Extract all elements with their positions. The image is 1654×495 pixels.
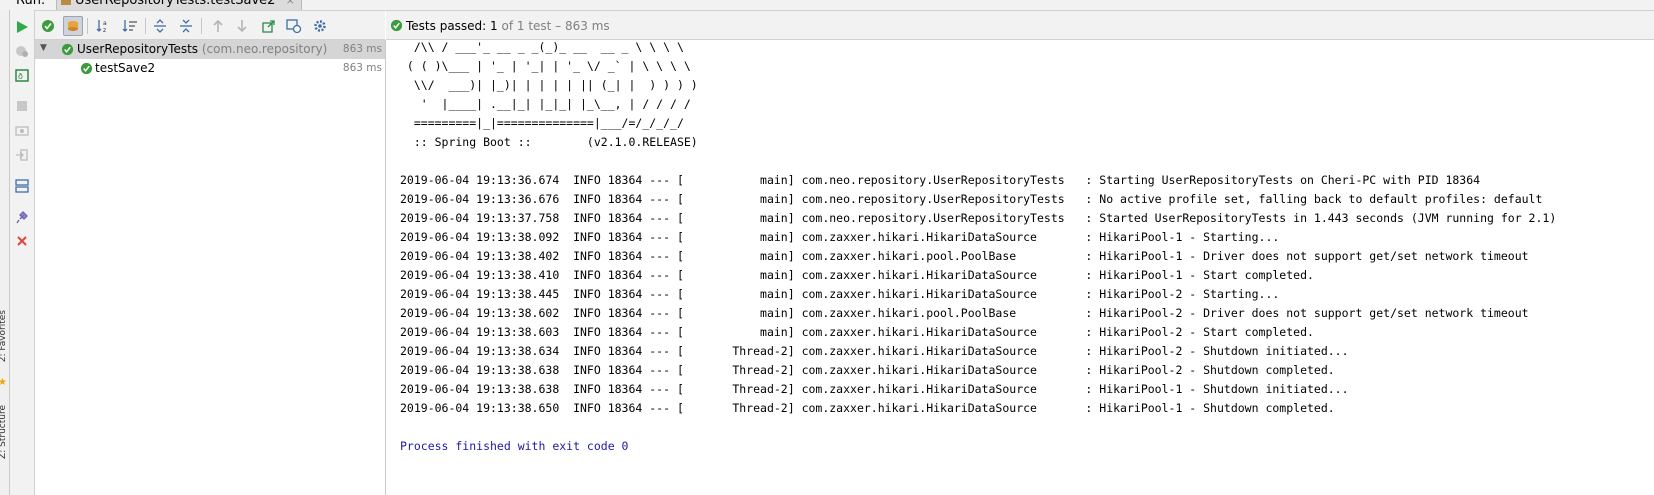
rerun-button[interactable] [14, 19, 30, 35]
run-label: Run: [16, 0, 46, 8]
exit-code-message: Process finished with exit code 0 [400, 439, 629, 453]
status-prefix: Tests passed: [406, 19, 491, 33]
show-ignored-button[interactable] [63, 16, 83, 36]
collapse-all-button[interactable] [177, 17, 195, 35]
pin-icon [16, 211, 28, 224]
structure-tool-button[interactable]: Z: Structure [0, 405, 8, 459]
test-status-bar: Tests passed: 1 of 1 test – 863 ms [386, 11, 1654, 40]
arrow-up-icon [213, 19, 223, 32]
banner-line: \\/ ___)| |_)| | | | | || (_| | ) ) ) ) [400, 78, 698, 92]
svg-text:a: a [103, 20, 107, 27]
test-runner-toolbar: az [35, 11, 385, 40]
svg-text:z: z [103, 27, 106, 33]
toggle-auto-test-button[interactable]: ð [14, 67, 30, 83]
stop-icon [17, 101, 27, 111]
test-name: testSave2 [95, 61, 156, 75]
log-line: 2019-06-04 19:13:36.676 INFO 18364 --- [… [400, 192, 1543, 206]
log-line: 2019-06-04 19:13:38.650 INFO 18364 --- [… [400, 401, 1335, 415]
log-line: 2019-06-04 19:13:36.674 INFO 18364 --- [… [400, 173, 1481, 187]
layout-button[interactable] [14, 178, 30, 194]
import-tests-button[interactable] [285, 17, 303, 35]
collapse-all-icon [180, 19, 192, 33]
sort-duration-icon [122, 20, 137, 32]
banner-line: ( ( )\___ | '_ | '_| | '_ \/ _` | \ \ \ … [400, 59, 691, 73]
log-line: 2019-06-04 19:13:37.758 INFO 18364 --- [… [400, 211, 1557, 225]
sort-alphabetically-button[interactable]: az [95, 17, 113, 35]
log-line: 2019-06-04 19:13:38.634 INFO 18364 --- [… [400, 344, 1349, 358]
test-duration: 863 ms [342, 62, 382, 74]
show-passed-button[interactable] [39, 17, 57, 35]
auto-test-icon: ð [15, 69, 29, 82]
close-run-button[interactable] [14, 233, 30, 249]
console-text: /\\ / ___'_ __ _ _(_)_ __ __ _ \ \ \ \ (… [400, 40, 1556, 456]
suite-duration: 863 ms [342, 43, 382, 55]
chevron-down-icon[interactable]: ▼ [40, 43, 47, 53]
tests-passed-icon [390, 19, 403, 32]
log-line: 2019-06-04 19:13:38.638 INFO 18364 --- [… [400, 382, 1349, 396]
expand-all-button[interactable] [151, 17, 169, 35]
export-icon [262, 20, 275, 33]
status-passed-count: 1 [490, 19, 498, 33]
banner-line: :: Spring Boot :: (v2.1.0.RELEASE) [400, 135, 698, 149]
export-test-results-button[interactable] [260, 17, 278, 35]
log-line: 2019-06-04 19:13:38.410 INFO 18364 --- [… [400, 268, 1314, 282]
run-config-tab[interactable]: UserRepositoryTests.testSave2 × [56, 0, 302, 10]
arrow-down-icon [237, 20, 247, 33]
close-icon [17, 236, 27, 246]
test-passed-icon [61, 43, 74, 56]
test-status-text: Tests passed: 1 of 1 test – 863 ms [406, 19, 610, 33]
database-icon [68, 21, 78, 31]
rerun-failed-icon [16, 46, 28, 57]
run-vertical-toolbar: ð [10, 10, 35, 495]
login-icon [16, 149, 28, 161]
check-circle-icon [42, 20, 54, 32]
banner-line: ' |____| .__|_| |_|_| |_\__, | / / / / [400, 97, 691, 111]
rerun-failed-button[interactable] [14, 43, 30, 59]
gear-icon [314, 20, 326, 32]
suite-package: (com.neo.repository) [201, 42, 328, 56]
history-icon [286, 19, 302, 33]
status-detail: of 1 test – 863 ms [497, 19, 610, 33]
expand-all-icon [154, 19, 166, 33]
settings-button[interactable] [311, 17, 329, 35]
run-tool-window-header: Run: UserRepositoryTests.testSave2 × [0, 0, 1654, 11]
log-line: 2019-06-04 19:13:38.092 INFO 18364 --- [… [400, 230, 1280, 244]
svg-text:ð: ð [18, 72, 23, 81]
camera-icon [15, 126, 29, 136]
dump-threads-button[interactable] [14, 122, 30, 138]
pin-tab-button[interactable] [14, 209, 30, 225]
log-line: 2019-06-04 19:13:38.402 INFO 18364 --- [… [400, 249, 1529, 263]
run-icon [17, 21, 28, 33]
sort-by-duration-button[interactable] [121, 17, 139, 35]
test-results-tree: ▼ UserRepositoryTests (com.neo.repositor… [35, 40, 386, 495]
log-line: 2019-06-04 19:13:38.602 INFO 18364 --- [… [400, 306, 1529, 320]
previous-failed-button[interactable] [209, 17, 227, 35]
banner-line: =========|_|==============|___/=/_/_/_/ [400, 116, 684, 130]
close-tab-icon[interactable]: × [286, 0, 295, 7]
log-line: 2019-06-04 19:13:38.638 INFO 18364 --- [… [400, 363, 1335, 377]
test-config-icon [61, 0, 71, 5]
sort-alpha-icon: az [96, 20, 107, 33]
next-failed-button[interactable] [233, 17, 251, 35]
export-results-button[interactable] [14, 147, 30, 163]
tree-item-suite[interactable]: ▼ UserRepositoryTests (com.neo.repositor… [35, 40, 385, 59]
stop-button[interactable] [14, 98, 30, 114]
run-config-tab-title: UserRepositoryTests.testSave2 [75, 0, 276, 8]
favorites-star-icon: ★ [0, 377, 7, 388]
log-line: 2019-06-04 19:13:38.603 INFO 18364 --- [… [400, 325, 1314, 339]
console-output[interactable]: /\\ / ___'_ __ _ _(_)_ __ __ _ \ \ \ \ (… [386, 40, 1654, 495]
banner-line: /\\ / ___'_ __ _ _(_)_ __ __ _ \ \ \ \ [400, 40, 684, 54]
suite-name: UserRepositoryTests [77, 42, 199, 56]
favorites-tool-button[interactable]: 2: Favorites [0, 310, 8, 362]
side-tool-strip: 2: Favorites ★ Z: Structure [0, 10, 10, 495]
layout-icon [15, 179, 29, 193]
log-line: 2019-06-04 19:13:38.445 INFO 18364 --- [… [400, 287, 1280, 301]
tree-item-test[interactable]: testSave2 863 ms [35, 59, 385, 78]
test-passed-icon [80, 62, 93, 75]
